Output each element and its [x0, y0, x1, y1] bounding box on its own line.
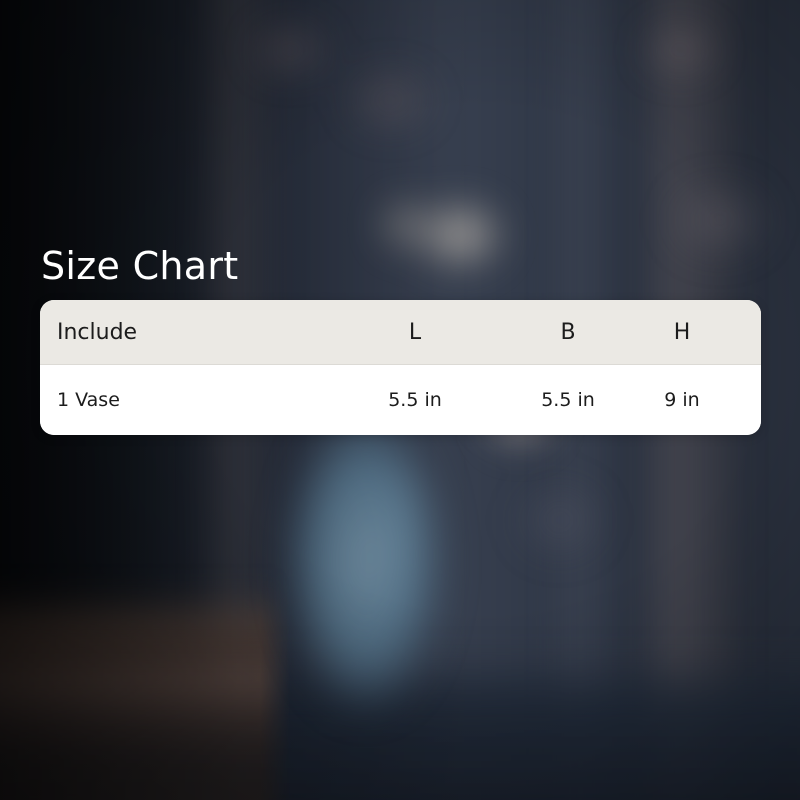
header-height: H [673, 319, 691, 345]
header-include: Include [57, 319, 138, 345]
cell-length: 5.5 in [388, 389, 442, 411]
header-length: L [408, 319, 422, 345]
table-header-row: Include L B H [40, 300, 761, 365]
cell-breadth: 5.5 in [541, 389, 595, 411]
size-table: Include L B H 1 Vase 5.5 in 5.5 in 9 in [40, 300, 761, 435]
header-breadth: B [560, 319, 576, 345]
size-chart-title: Size Chart [41, 244, 239, 288]
cell-include: 1 Vase [57, 389, 120, 411]
table-row: 1 Vase 5.5 in 5.5 in 9 in [40, 365, 761, 435]
cell-height: 9 in [664, 389, 700, 411]
